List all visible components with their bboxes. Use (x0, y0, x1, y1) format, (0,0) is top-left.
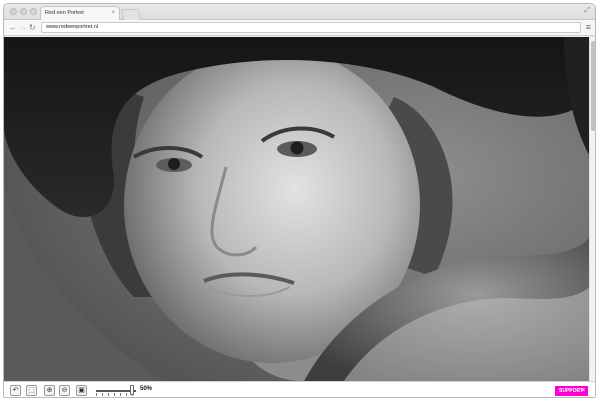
browser-window: Red een Portret × ⤢ ← → ↻ www.redeenport… (3, 3, 596, 398)
tab-title: Red een Portret (45, 10, 84, 16)
menu-icon[interactable]: ≡ (586, 22, 591, 33)
tab-close-icon[interactable]: × (111, 7, 115, 20)
portrait-photo (4, 37, 590, 381)
zoom-out-button[interactable]: ⊖ (59, 385, 70, 396)
back-icon[interactable]: ← (9, 22, 17, 33)
fullscreen-icon[interactable]: ⤢ (584, 7, 590, 15)
close-window-button[interactable] (10, 8, 17, 15)
zoom-level: 50% (140, 386, 153, 392)
support-button[interactable]: SUPPORT × (555, 386, 588, 396)
crop-button[interactable]: ⬚ (26, 385, 37, 396)
image-icon: ▣ (78, 387, 85, 394)
title-bar: Red een Portret × ⤢ (4, 4, 595, 21)
new-tab-button[interactable] (120, 9, 142, 20)
forward-icon[interactable]: → (19, 22, 27, 33)
address-bar[interactable]: www.redeenportret.nl (41, 22, 581, 33)
zoom-in-button[interactable]: ⊕ (44, 385, 55, 396)
support-close-icon[interactable]: × (581, 386, 585, 396)
support-label: SUPPORT (559, 388, 584, 394)
tab-red-een-portret[interactable]: Red een Portret × (40, 6, 120, 21)
minimize-window-button[interactable] (20, 8, 27, 15)
browser-toolbar: ← → ↻ www.redeenportret.nl ≡ (4, 20, 595, 36)
crop-icon: ⬚ (28, 387, 35, 394)
viewer-toolbar: ↶ ⬚ ⊕ ⊖ ▣ 50% SUPPORT × (4, 381, 595, 397)
scrollbar-thumb[interactable] (591, 41, 595, 131)
rotate-icon: ↶ (12, 387, 19, 394)
reload-icon[interactable]: ↻ (29, 22, 36, 33)
zoom-out-icon: ⊖ (61, 387, 68, 394)
maximize-window-button[interactable] (30, 8, 37, 15)
rotate-button[interactable]: ↶ (10, 385, 21, 396)
zoom-in-icon: ⊕ (46, 387, 53, 394)
vertical-scrollbar[interactable] (589, 37, 595, 381)
zoom-slider-handle[interactable] (130, 385, 134, 395)
image-view-button[interactable]: ▣ (76, 385, 87, 396)
portrait-image[interactable] (4, 37, 590, 381)
